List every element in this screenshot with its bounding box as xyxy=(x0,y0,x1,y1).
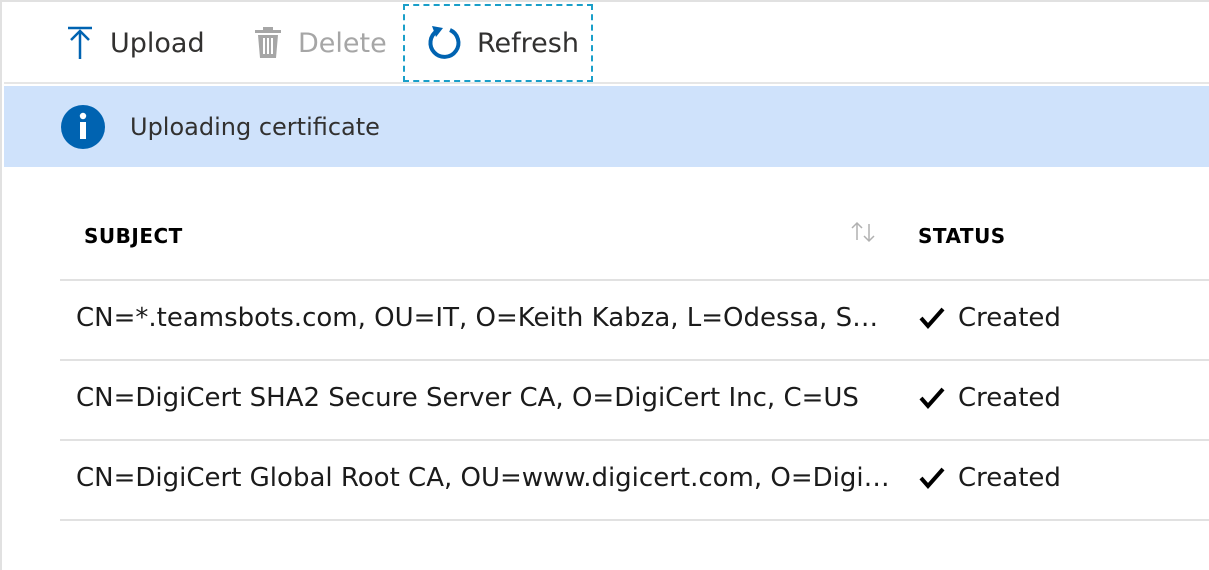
certificates-table: SUBJECT STATUS CN=*.teamsbots.com, OU=IT… xyxy=(60,192,1209,521)
upload-button[interactable]: Upload xyxy=(62,4,205,82)
table-row[interactable]: CN=DigiCert SHA2 Secure Server CA, O=Dig… xyxy=(60,361,1209,441)
subject-cell: CN=*.teamsbots.com, OU=IT, O=Keith Kabza… xyxy=(76,303,898,333)
table-row[interactable]: CN=DigiCert Global Root CA, OU=www.digic… xyxy=(60,441,1209,521)
status-cell: Created xyxy=(918,463,1061,493)
subject-cell: CN=DigiCert Global Root CA, OU=www.digic… xyxy=(76,463,890,493)
info-icon xyxy=(60,104,106,150)
refresh-icon xyxy=(425,23,465,63)
delete-label: Delete xyxy=(298,27,387,59)
refresh-button[interactable]: Refresh xyxy=(403,4,593,82)
trash-icon xyxy=(250,23,286,63)
status-text: Created xyxy=(958,383,1061,413)
column-header-subject[interactable]: SUBJECT xyxy=(84,224,183,248)
subject-cell: CN=DigiCert SHA2 Secure Server CA, O=Dig… xyxy=(76,383,859,413)
checkmark-icon xyxy=(918,384,946,412)
table-header: SUBJECT STATUS xyxy=(60,192,1209,281)
checkmark-icon xyxy=(918,304,946,332)
upload-arrow-icon xyxy=(62,23,98,63)
delete-button[interactable]: Delete xyxy=(250,4,387,82)
toolbar: Upload Delete Refresh xyxy=(4,4,1209,84)
column-header-status[interactable]: STATUS xyxy=(918,224,1006,248)
notification-bar: Uploading certificate xyxy=(4,86,1209,167)
notification-message: Uploading certificate xyxy=(130,112,380,141)
table-row[interactable]: CN=*.teamsbots.com, OU=IT, O=Keith Kabza… xyxy=(60,281,1209,361)
sort-icon[interactable] xyxy=(848,220,878,244)
status-text: Created xyxy=(958,463,1061,493)
status-cell: Created xyxy=(918,383,1061,413)
certificates-panel: Upload Delete Refresh Uploading certific… xyxy=(0,0,1209,570)
status-text: Created xyxy=(958,303,1061,333)
refresh-label: Refresh xyxy=(477,27,579,59)
upload-label: Upload xyxy=(110,27,205,59)
checkmark-icon xyxy=(918,464,946,492)
status-cell: Created xyxy=(918,303,1061,333)
